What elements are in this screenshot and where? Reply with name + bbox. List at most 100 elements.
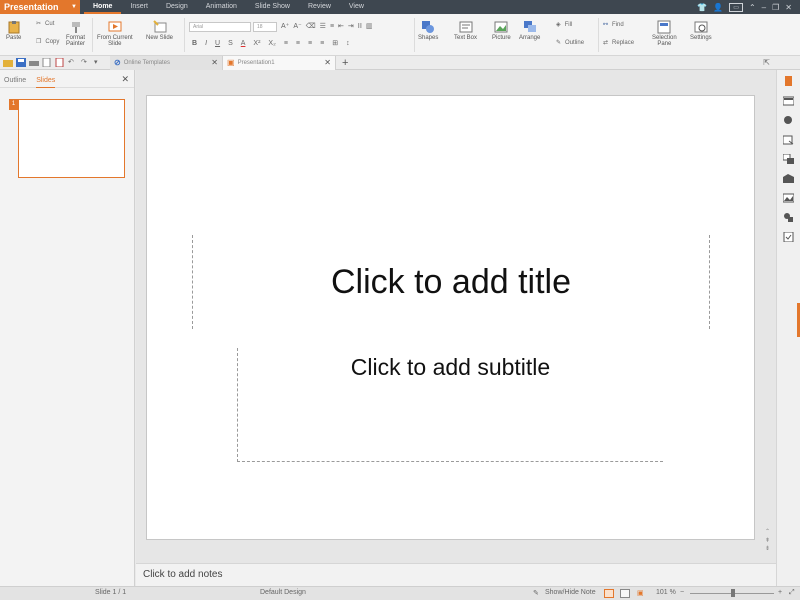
tab-home[interactable]: Home <box>84 0 122 14</box>
outdent-icon[interactable]: ⇥ <box>348 22 354 30</box>
subtitle-placeholder[interactable]: Click to add subtitle <box>237 348 663 462</box>
minimize-icon[interactable]: – <box>762 3 766 12</box>
new-tab-icon[interactable]: + <box>336 57 348 69</box>
tab-review[interactable]: Review <box>299 0 340 14</box>
find-button[interactable]: ⚯ Find <box>603 21 624 29</box>
expand-icon[interactable]: ⌃ <box>749 3 756 12</box>
columns-icon[interactable]: ▥ <box>366 22 373 30</box>
close-icon[interactable]: ✕ <box>785 3 792 12</box>
font-color-icon[interactable]: A <box>241 40 246 47</box>
shapes-panel-icon[interactable] <box>783 212 794 222</box>
selection-pane-button[interactable]: Selection Pane <box>652 20 677 47</box>
align-center-icon[interactable]: ≡ <box>296 40 300 47</box>
slideshow-view-icon[interactable]: ▣ <box>637 589 644 597</box>
show-hide-note-button[interactable]: Show/Hide Note <box>545 589 596 596</box>
align-right-icon[interactable]: ≡ <box>308 40 312 47</box>
distribute-icon[interactable]: ⊞ <box>332 39 338 47</box>
indent-icon[interactable]: ⇤ <box>338 22 344 30</box>
outline-button[interactable]: ✎ Outline <box>556 39 584 47</box>
slide-canvas[interactable]: Click to add title Click to add subtitle <box>146 95 755 540</box>
bold-icon[interactable]: B <box>192 40 197 47</box>
format-painter-button[interactable]: Format Painter <box>66 20 85 47</box>
new-document-icon[interactable] <box>783 76 794 86</box>
restore-icon[interactable]: ❐ <box>772 3 779 12</box>
bullets-icon[interactable]: ☰ <box>320 22 326 30</box>
superscript-icon[interactable]: X² <box>253 40 260 47</box>
zoom-out-icon[interactable]: − <box>680 589 684 596</box>
slide-thumbnail[interactable] <box>18 99 125 178</box>
font-size-select[interactable]: 18 <box>253 22 277 32</box>
tab-presentation1[interactable]: ▣ Presentation1 ✕ <box>223 55 336 70</box>
italic-icon[interactable]: I <box>205 40 207 47</box>
customize-dropdown-icon[interactable]: ▾ <box>94 58 104 67</box>
save-icon[interactable] <box>16 58 26 67</box>
close-icon[interactable]: ✕ <box>121 74 129 85</box>
align-left-icon[interactable]: ≡ <box>284 40 288 47</box>
replace-button[interactable]: ⇄ Replace <box>603 39 634 47</box>
zoom-level[interactable]: 101 % <box>656 589 676 596</box>
shirt-icon[interactable]: 👕 <box>697 3 707 12</box>
user-icon[interactable]: 👤 <box>713 3 723 12</box>
print-preview-icon[interactable] <box>42 58 52 67</box>
new-slide-button[interactable]: New Slide <box>146 20 173 41</box>
next-slide-icon[interactable]: ⇟ <box>765 545 770 552</box>
notes-pane[interactable]: Click to add notes <box>136 563 776 586</box>
tab-insert[interactable]: Insert <box>121 0 157 14</box>
tab-slides[interactable]: Slides <box>36 77 56 88</box>
title-placeholder[interactable]: Click to add title <box>192 235 710 329</box>
text-direction-icon[interactable]: ⅠⅠ <box>358 22 362 30</box>
tab-design[interactable]: Design <box>157 0 197 14</box>
print-icon[interactable] <box>29 58 39 67</box>
animation-icon[interactable] <box>783 135 794 145</box>
line-spacing-icon[interactable]: ↕ <box>346 40 350 47</box>
subscript-icon[interactable]: X₂ <box>268 40 275 47</box>
copy-button[interactable]: ❐ Copy <box>36 38 59 46</box>
tab-animation[interactable]: Animation <box>197 0 246 14</box>
tab-outline[interactable]: Outline <box>4 77 26 87</box>
settings-button[interactable]: Settings <box>690 20 712 41</box>
fill-button[interactable]: ◈ Fill <box>556 21 572 29</box>
prev-slide-icon[interactable]: ⇞ <box>765 537 770 544</box>
text-box-button[interactable]: Text Box <box>454 20 477 41</box>
close-icon[interactable]: ✕ <box>324 58 331 67</box>
close-icon[interactable]: ✕ <box>211 58 218 67</box>
transition-icon[interactable] <box>783 154 794 164</box>
tab-online-templates[interactable]: ⊘ Online Templates ✕ <box>110 55 223 70</box>
zoom-in-icon[interactable]: + <box>778 589 782 596</box>
slide-sorter-icon[interactable] <box>620 589 630 598</box>
picture-button[interactable]: Picture <box>492 20 511 41</box>
from-current-slide-button[interactable]: From Current Slide <box>97 20 133 47</box>
skin-icon[interactable]: ▭ <box>729 2 743 12</box>
notes-toggle-icon[interactable]: ✎ <box>533 589 539 597</box>
tab-slide-show[interactable]: Slide Show <box>246 0 299 14</box>
normal-view-icon[interactable] <box>604 589 614 598</box>
scroll-up-icon[interactable]: ⌃ <box>765 528 770 535</box>
design-name[interactable]: Default Design <box>260 589 306 596</box>
shapes-button[interactable]: Shapes <box>418 20 438 41</box>
underline-icon[interactable]: U <box>215 40 220 47</box>
layout-icon[interactable] <box>783 96 794 106</box>
justify-icon[interactable]: ≡ <box>320 40 324 47</box>
export-pdf-icon[interactable] <box>55 58 65 67</box>
fit-window-icon[interactable]: ⤢ <box>789 589 795 597</box>
clip-icon[interactable] <box>783 232 794 242</box>
redo-icon[interactable]: ↷ <box>81 58 91 67</box>
tab-view[interactable]: View <box>340 0 373 14</box>
grow-font-icon[interactable]: A⁺ <box>281 22 289 30</box>
zoom-slider-handle[interactable] <box>731 589 735 597</box>
app-menu-button[interactable]: Presentation ▼ <box>0 0 80 14</box>
numbering-icon[interactable]: ≡ <box>330 23 334 30</box>
open-folder-icon[interactable] <box>3 58 13 67</box>
shadow-icon[interactable]: S <box>228 40 233 47</box>
undo-icon[interactable]: ↶ <box>68 58 78 67</box>
paste-button[interactable]: Paste <box>6 20 21 41</box>
shrink-font-icon[interactable]: A⁻ <box>293 22 301 30</box>
cut-button[interactable]: ✂ Cut <box>36 20 54 28</box>
font-name-select[interactable]: Arial <box>189 22 251 32</box>
arrange-button[interactable]: Arrange <box>519 20 540 41</box>
backup-icon[interactable] <box>783 174 794 184</box>
theme-icon[interactable] <box>783 115 794 125</box>
picture-panel-icon[interactable] <box>783 193 794 203</box>
clear-format-icon[interactable]: ⌫ <box>306 22 316 30</box>
pin-icon[interactable]: ⇱ <box>763 58 770 67</box>
